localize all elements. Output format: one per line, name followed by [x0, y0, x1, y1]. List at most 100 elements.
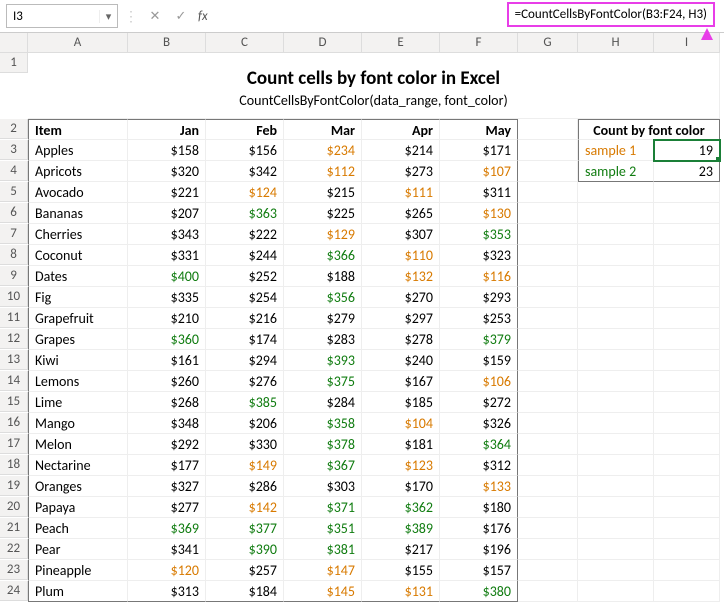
data-cell[interactable]: $367	[284, 455, 362, 476]
data-cell[interactable]: $371	[284, 497, 362, 518]
cell-blank[interactable]	[654, 413, 720, 434]
row-head-8[interactable]: 8	[0, 245, 28, 265]
row-head-12[interactable]: 12	[0, 329, 28, 349]
data-cell[interactable]: $320	[128, 161, 206, 182]
data-cell[interactable]: $240	[362, 350, 440, 371]
item-cell[interactable]: Apricots	[28, 161, 128, 182]
cell-blank[interactable]	[654, 245, 720, 266]
row-head-13[interactable]: 13	[0, 350, 28, 370]
data-cell[interactable]: $149	[206, 455, 284, 476]
data-cell[interactable]: $313	[128, 581, 206, 602]
cell-blank[interactable]	[654, 539, 720, 560]
data-cell[interactable]: $377	[206, 518, 284, 539]
item-cell[interactable]: Grapes	[28, 329, 128, 350]
item-cell[interactable]: Avocado	[28, 182, 128, 203]
item-cell[interactable]: Kiwi	[28, 350, 128, 371]
data-cell[interactable]: $170	[362, 476, 440, 497]
cell-blank[interactable]	[518, 287, 578, 308]
data-cell[interactable]: $272	[440, 392, 518, 413]
cell-blank[interactable]	[518, 161, 578, 182]
cell-blank[interactable]	[654, 392, 720, 413]
data-cell[interactable]: $326	[440, 413, 518, 434]
data-cell[interactable]: $112	[284, 161, 362, 182]
cell-blank[interactable]	[578, 245, 654, 266]
data-cell[interactable]: $277	[128, 497, 206, 518]
col-head-G[interactable]: G	[518, 33, 578, 53]
cell-blank[interactable]	[518, 140, 578, 161]
cancel-icon[interactable]: ✕	[144, 5, 166, 27]
confirm-icon[interactable]: ✓	[170, 5, 192, 27]
data-cell[interactable]: $294	[206, 350, 284, 371]
cell-blank[interactable]	[578, 329, 654, 350]
cell-blank[interactable]	[518, 203, 578, 224]
data-cell[interactable]: $157	[440, 560, 518, 581]
data-cell[interactable]: $185	[362, 392, 440, 413]
data-cell[interactable]: $273	[362, 161, 440, 182]
cell-blank[interactable]	[518, 455, 578, 476]
row-head-23[interactable]: 23	[0, 560, 28, 580]
data-cell[interactable]: $378	[284, 434, 362, 455]
data-cell[interactable]: $252	[206, 266, 284, 287]
row-head-9[interactable]: 9	[0, 266, 28, 286]
data-cell[interactable]: $217	[362, 539, 440, 560]
item-cell[interactable]: Oranges	[28, 476, 128, 497]
select-all-corner[interactable]	[0, 33, 28, 53]
data-cell[interactable]: $145	[284, 581, 362, 602]
col-head-B[interactable]: B	[128, 33, 206, 53]
row-head-4[interactable]: 4	[0, 161, 28, 181]
cell-blank[interactable]	[654, 455, 720, 476]
col-head-F[interactable]: F	[440, 33, 518, 53]
row-head-21[interactable]: 21	[0, 518, 28, 538]
item-cell[interactable]: Papaya	[28, 497, 128, 518]
cell-blank[interactable]	[518, 413, 578, 434]
cell-blank[interactable]	[518, 434, 578, 455]
data-cell[interactable]: $286	[206, 476, 284, 497]
data-cell[interactable]: $311	[440, 182, 518, 203]
cell-blank[interactable]	[518, 371, 578, 392]
data-cell[interactable]: $268	[128, 392, 206, 413]
cell-blank[interactable]	[654, 182, 720, 203]
cell-blank[interactable]	[654, 329, 720, 350]
cell-blank[interactable]	[578, 224, 654, 245]
data-cell[interactable]: $327	[128, 476, 206, 497]
cell-blank[interactable]	[654, 266, 720, 287]
data-cell[interactable]: $184	[206, 581, 284, 602]
data-cell[interactable]: $369	[128, 518, 206, 539]
data-cell[interactable]: $120	[128, 560, 206, 581]
header-jan[interactable]: Jan	[128, 119, 206, 140]
cell-blank[interactable]	[578, 266, 654, 287]
data-cell[interactable]: $142	[206, 497, 284, 518]
data-cell[interactable]: $181	[362, 434, 440, 455]
sample-label[interactable]: sample 1	[578, 140, 654, 161]
item-cell[interactable]: Apples	[28, 140, 128, 161]
data-cell[interactable]: $216	[206, 308, 284, 329]
data-cell[interactable]: $161	[128, 350, 206, 371]
item-cell[interactable]: Peach	[28, 518, 128, 539]
item-cell[interactable]: Pineapple	[28, 560, 128, 581]
cell-blank[interactable]	[518, 350, 578, 371]
row-head-19[interactable]: 19	[0, 476, 28, 496]
item-cell[interactable]: Lime	[28, 392, 128, 413]
data-cell[interactable]: $323	[440, 245, 518, 266]
cell-blank[interactable]	[578, 350, 654, 371]
data-cell[interactable]: $297	[362, 308, 440, 329]
data-cell[interactable]: $390	[206, 539, 284, 560]
cell-blank[interactable]	[578, 581, 654, 602]
data-cell[interactable]: $167	[362, 371, 440, 392]
data-cell[interactable]: $279	[284, 308, 362, 329]
data-cell[interactable]: $260	[128, 371, 206, 392]
item-cell[interactable]: Melon	[28, 434, 128, 455]
data-cell[interactable]: $380	[440, 581, 518, 602]
data-cell[interactable]: $253	[440, 308, 518, 329]
data-cell[interactable]: $330	[206, 434, 284, 455]
header-item[interactable]: Item	[28, 119, 128, 140]
row-head-7[interactable]: 7	[0, 224, 28, 244]
chevron-down-icon[interactable]: ▾	[99, 10, 117, 23]
data-cell[interactable]: $156	[206, 140, 284, 161]
data-cell[interactable]: $364	[440, 434, 518, 455]
row-head-11[interactable]: 11	[0, 308, 28, 328]
cell-blank[interactable]	[518, 581, 578, 602]
cell-blank[interactable]	[518, 539, 578, 560]
row-head-2[interactable]: 2	[0, 119, 28, 139]
cell-blank[interactable]	[518, 560, 578, 581]
